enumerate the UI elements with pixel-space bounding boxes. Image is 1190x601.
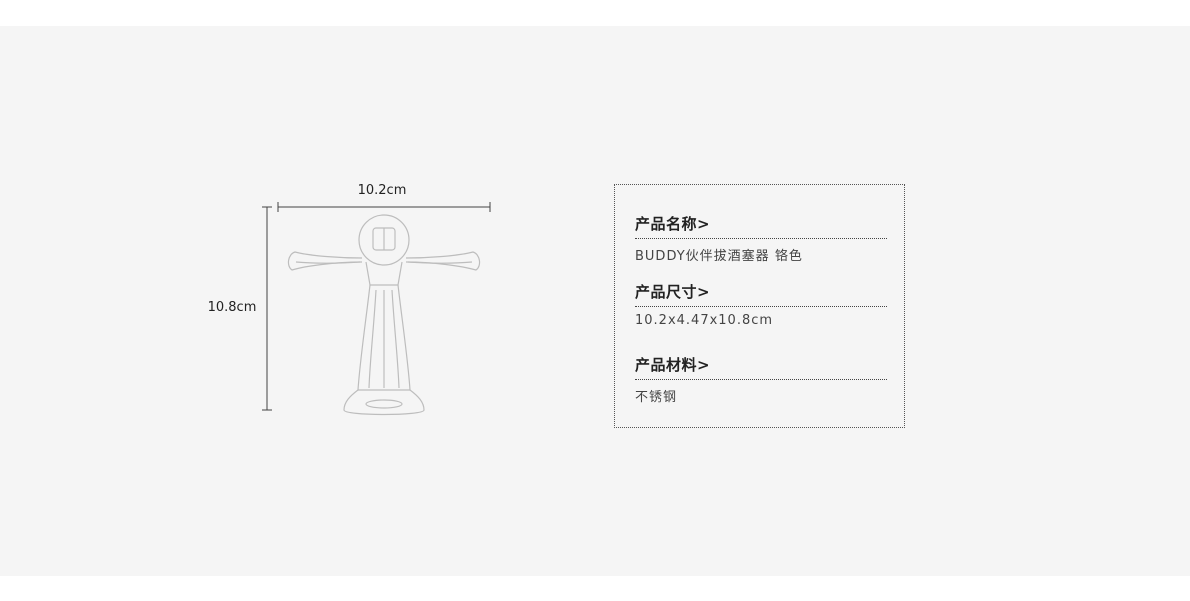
width-dimension-line	[277, 202, 491, 212]
product-size-value: 10.2x4.47x10.8cm	[635, 313, 774, 328]
product-name-value: BUDDY伙伴拔酒塞器 铬色	[635, 249, 803, 264]
product-size-section: 产品尺寸> 10.2x4.47x10.8cm	[635, 281, 887, 328]
product-material-heading: 产品材料>	[635, 354, 887, 380]
product-illustration	[262, 202, 491, 416]
product-name-section: 产品名称> BUDDY伙伴拔酒塞器 铬色	[635, 213, 887, 264]
product-name-heading: 产品名称>	[635, 213, 887, 239]
product-size-heading: 产品尺寸>	[635, 281, 887, 307]
corkscrew-figure	[287, 214, 481, 416]
product-material-value: 不锈钢	[635, 390, 678, 405]
product-material-section: 产品材料> 不锈钢	[635, 354, 887, 405]
width-dimension-label: 10.2cm	[357, 183, 407, 198]
height-dimension-label: 10.8cm	[207, 300, 257, 315]
product-info-box: 产品名称> BUDDY伙伴拔酒塞器 铬色 产品尺寸> 10.2x4.47x10.…	[614, 184, 905, 428]
